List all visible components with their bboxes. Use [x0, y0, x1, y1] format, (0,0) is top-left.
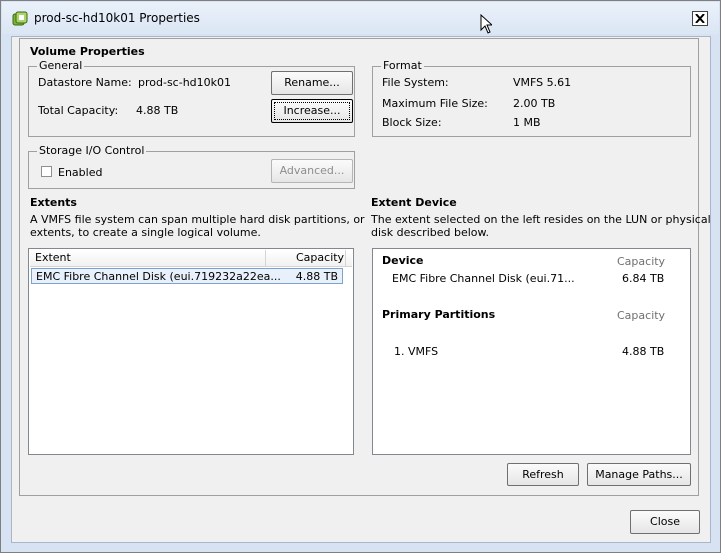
partition-capacity: 4.88 TB — [622, 345, 665, 358]
extent-name-cell: EMC Fibre Channel Disk (eui.719232a22ea.… — [36, 270, 281, 283]
increase-button[interactable]: Increase... — [271, 99, 353, 123]
volume-properties-heading: Volume Properties — [30, 45, 145, 58]
manage-paths-button[interactable]: Manage Paths... — [587, 463, 691, 486]
primary-partitions-heading: Primary Partitions — [382, 308, 496, 321]
properties-dialog: prod-sc-hd10k01 Properties Volume Proper… — [0, 0, 721, 553]
format-legend: Format — [381, 59, 424, 72]
block-size-label: Block Size: — [382, 116, 442, 129]
extents-list-header: Extent Capacity — [30, 250, 352, 267]
device-capacity-heading: Capacity — [617, 255, 666, 268]
max-file-size-label: Maximum File Size: — [382, 97, 488, 110]
extents-list[interactable]: Extent Capacity EMC Fibre Channel Disk (… — [28, 248, 354, 455]
close-icon[interactable] — [692, 11, 708, 26]
column-separator[interactable] — [265, 250, 266, 266]
extent-device-heading: Extent Device — [371, 196, 457, 209]
partition-name: 1. VMFS — [394, 345, 439, 358]
title-bar[interactable]: prod-sc-hd10k01 Properties — [2, 2, 719, 34]
general-group: General Datastore Name: prod-sc-hd10k01 … — [28, 59, 355, 137]
storage-io-legend: Storage I/O Control — [37, 144, 147, 157]
total-capacity-label: Total Capacity: — [38, 104, 119, 117]
device-name: EMC Fibre Channel Disk (eui.71... — [392, 272, 575, 285]
extent-device-panel: Device Capacity EMC Fibre Channel Disk (… — [372, 248, 691, 455]
extent-device-description-line1: The extent selected on the left resides … — [371, 213, 711, 226]
file-system-label: File System: — [382, 76, 449, 89]
file-system-value: VMFS 5.61 — [513, 76, 572, 89]
column-header-capacity[interactable]: Capacity — [296, 251, 344, 264]
extents-heading: Extents — [30, 196, 77, 209]
device-heading: Device — [382, 254, 424, 267]
refresh-button[interactable]: Refresh — [507, 463, 579, 486]
close-button[interactable]: Close — [630, 510, 700, 534]
format-group: Format File System: VMFS 5.61 Maximum Fi… — [372, 59, 691, 137]
storage-io-control-group: Storage I/O Control Enabled Advanced... — [28, 144, 355, 189]
extent-capacity-cell: 4.88 TB — [295, 270, 338, 283]
device-capacity: 6.84 TB — [622, 272, 665, 285]
partitions-capacity-heading: Capacity — [617, 309, 666, 322]
dialog-client-area: Volume Properties General Datastore Name… — [11, 36, 711, 543]
window-title: prod-sc-hd10k01 Properties — [34, 11, 200, 25]
mouse-cursor-icon — [480, 13, 494, 37]
enabled-checkbox[interactable] — [41, 166, 52, 177]
total-capacity-value: 4.88 TB — [136, 104, 179, 117]
rename-button[interactable]: Rename... — [271, 71, 353, 95]
properties-panel: Volume Properties General Datastore Name… — [19, 38, 711, 496]
enabled-label: Enabled — [58, 166, 103, 179]
advanced-button[interactable]: Advanced... — [271, 159, 353, 183]
datastore-name-value: prod-sc-hd10k01 — [138, 76, 232, 89]
general-legend: General — [37, 59, 85, 72]
max-file-size-value: 2.00 TB — [513, 97, 556, 110]
extents-description-line2: extents, to create a single logical volu… — [30, 226, 261, 239]
extents-description-line1: A VMFS file system can span multiple har… — [30, 213, 365, 226]
datastore-name-label: Datastore Name: — [38, 76, 132, 89]
column-separator[interactable] — [345, 250, 346, 266]
datastore-icon — [12, 11, 28, 27]
extent-device-description-line2: disk described below. — [371, 226, 489, 239]
block-size-value: 1 MB — [513, 116, 541, 129]
table-row[interactable]: EMC Fibre Channel Disk (eui.719232a22ea.… — [31, 268, 343, 284]
column-header-extent[interactable]: Extent — [35, 251, 71, 264]
